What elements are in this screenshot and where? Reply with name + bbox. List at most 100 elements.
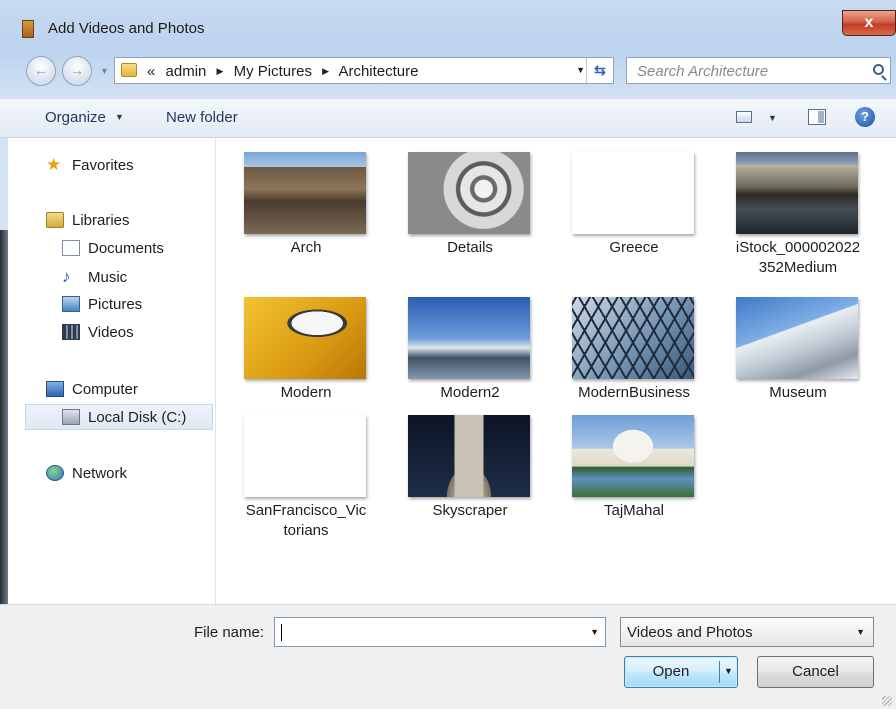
file-item-istock[interactable]: iStock_000002022 352Medium [708,138,868,276]
nav-label: Network [72,465,128,482]
photo-thumbnail [572,415,694,497]
chevron-down-icon: ▼ [856,627,865,637]
nav-item-computer[interactable]: Computer [46,377,138,403]
resize-grip-icon[interactable] [882,696,892,706]
address-dropdown[interactable]: ▼ [576,65,585,75]
recent-locations-dropdown[interactable]: ▼ [100,66,109,76]
nav-item-favorites[interactable]: ★ Favorites [46,152,134,178]
nav-label: Libraries [72,212,130,229]
photo-thumbnail [408,415,530,497]
nav-item-pictures[interactable]: Pictures [62,292,142,318]
back-button[interactable]: ← [26,56,56,86]
change-view-icon[interactable] [736,111,752,123]
title-bar: Add Videos and Photos x [10,10,896,46]
cancel-button[interactable]: Cancel [757,656,874,688]
address-row: ← → ▼ « admin ▶ My Pictures ▶ Architectu… [0,50,896,92]
nav-item-local-disk[interactable]: Local Disk (C:) [25,404,213,430]
file-item-greece[interactable]: Greece [544,138,704,276]
help-icon[interactable]: ? [855,107,875,127]
chevron-right-icon[interactable]: ▶ [217,66,224,76]
nav-label: Music [88,269,128,286]
photo-thumbnail [244,297,366,379]
breadcrumb-my-pictures[interactable]: My Pictures [234,63,312,80]
nav-item-documents[interactable]: Documents [62,236,164,262]
chevron-down-icon: ▼ [100,66,109,76]
file-name: Arch [290,239,322,256]
folder-icon [121,63,137,77]
views-dropdown[interactable]: ▼ [768,113,777,123]
split-divider [719,661,720,683]
chevron-right-icon[interactable]: ▶ [322,66,329,76]
address-bar[interactable]: « admin ▶ My Pictures ▶ Architecture ▼ ⇆ [114,57,614,84]
nav-item-network[interactable]: Network [46,461,127,487]
file-name: SanFrancisco_Vic torians [245,502,367,539]
search-input[interactable]: Search Architecture [626,57,891,84]
dialog-footer: File name: ▼ Videos and Photos ▼ Open ▼ … [0,604,896,709]
search-icon[interactable] [873,64,884,75]
file-item-arch[interactable]: Arch [216,138,376,276]
nav-label: Local Disk (C:) [88,409,187,426]
hard-drive-icon [62,409,80,425]
forward-arrow-icon: → [70,62,84,78]
breadcrumb-architecture[interactable]: Architecture [338,63,418,80]
text-caret [281,624,282,641]
forward-button[interactable]: → [62,56,92,86]
photo-thumbnail [572,152,694,234]
file-name: iStock_000002022 352Medium [735,239,861,276]
breadcrumb: « admin ▶ My Pictures ▶ Architecture [147,63,424,80]
nav-item-videos[interactable]: Videos [62,320,134,346]
file-type-select[interactable]: Videos and Photos ▼ [620,617,874,647]
photo-thumbnail [244,415,366,497]
music-note-icon: ♪ [62,267,71,286]
nav-item-music[interactable]: ♪ Music [62,264,127,290]
nav-label: Videos [88,324,134,341]
nav-label: Documents [88,240,164,257]
photo-thumbnail [572,297,694,379]
open-options-dropdown[interactable]: ▼ [724,666,733,676]
pictures-icon [62,296,80,312]
refresh-button[interactable]: ⇆ [586,58,613,83]
document-icon [62,240,80,256]
breadcrumb-overflow[interactable]: « [147,63,155,80]
chevron-down-icon: ▼ [724,666,733,676]
chevron-down-icon: ▼ [576,65,585,75]
file-name-dropdown[interactable]: ▼ [590,627,599,637]
chevron-down-icon: ▼ [590,627,599,637]
open-button[interactable]: Open ▼ [624,656,738,688]
film-icon [22,20,34,38]
organize-label: Organize [45,109,106,126]
breadcrumb-admin[interactable]: admin [166,63,207,80]
file-item-skyscraper[interactable]: Skyscraper [380,401,540,539]
star-icon: ★ [46,155,62,174]
file-name: Greece [609,239,659,256]
navigation-pane: ★ Favorites Libraries Documents ♪ Music Pi… [8,138,216,604]
file-name: Skyscraper [432,502,508,519]
refresh-icon: ⇆ [594,62,606,78]
file-item-tajmahal[interactable]: TajMahal [544,401,704,539]
file-name: ModernBusiness [578,384,690,401]
organize-menu[interactable]: Organize ▼ [45,109,124,126]
preview-pane-icon[interactable] [808,109,826,125]
photo-thumbnail [736,297,858,379]
photo-thumbnail [408,297,530,379]
search-placeholder: Search Architecture [637,63,769,80]
file-name: Modern [280,384,332,401]
close-button[interactable]: x [842,10,896,36]
file-name: Details [447,239,493,256]
nav-label: Computer [72,381,138,398]
chevron-down-icon: ▼ [115,112,124,122]
file-item-sanfrancisco-victorians[interactable]: SanFrancisco_Vic torians [216,401,376,539]
nav-item-libraries[interactable]: Libraries [46,208,130,234]
add-videos-and-photos-dialog: Add Videos and Photos x ← → ▼ « admin ▶ … [0,0,896,709]
file-item-details[interactable]: Details [380,138,540,276]
file-name: Modern2 [440,384,500,401]
file-item-museum[interactable]: Museum [708,283,868,421]
file-name: Museum [769,384,827,401]
file-name: TajMahal [603,502,665,519]
file-name-input[interactable]: ▼ [274,617,606,647]
network-icon [46,465,64,481]
open-label: Open [652,663,690,680]
file-list: Arch Details Greece iStock_000002022 352… [216,138,896,604]
back-arrow-icon: ← [34,62,48,78]
new-folder-button[interactable]: New folder [166,109,238,126]
